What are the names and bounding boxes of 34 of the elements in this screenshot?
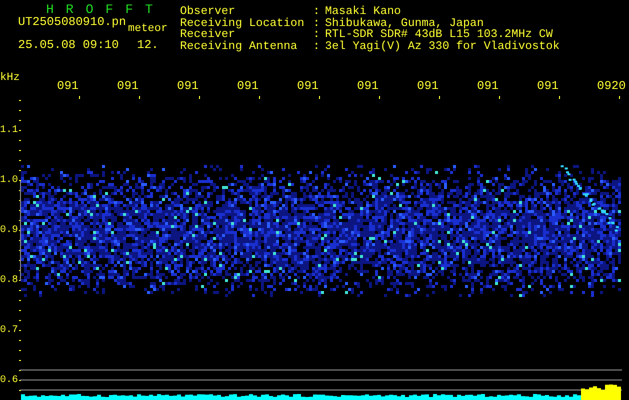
time-label: 0920 <box>597 81 626 92</box>
time-label: 091 <box>357 81 379 92</box>
time-label: 091 <box>477 81 499 92</box>
time-label: 091 <box>537 81 559 92</box>
unit-label: kHz <box>0 73 20 84</box>
time-label: 091 <box>417 81 439 92</box>
frequency-label: 0.8 <box>0 275 18 286</box>
info-label: Observer <box>180 6 236 18</box>
app-title: HROFFT <box>46 4 165 16</box>
separator: : <box>313 40 321 52</box>
separator: : <box>313 18 321 29</box>
time-label: 091 <box>57 81 79 92</box>
frequency-label: 1.1 <box>0 125 18 136</box>
info-value: Masaki Kano <box>325 6 401 18</box>
info-label: Receiving Antenna <box>180 40 298 52</box>
info-label: Receiving Location <box>180 18 306 29</box>
time-label: 091 <box>297 81 319 92</box>
frequency-label: 0.9 <box>0 225 18 236</box>
time-label: 091 <box>117 81 139 92</box>
timestamp: 25.05.08 09:10 <box>18 40 119 52</box>
info-value: RTL-SDR SDR# 43dB L15 103.2MHz CW <box>325 29 553 40</box>
frequency-label: 0.6 <box>0 375 18 386</box>
separator: : <box>313 29 321 40</box>
info-value: Shibukawa, Gunma, Japan <box>325 18 484 29</box>
time-label: 091 <box>237 81 259 92</box>
event-tag: meteor <box>128 24 168 36</box>
info-label: Receiver <box>180 29 236 40</box>
file-name: UT2505080910.pn <box>18 17 126 28</box>
time-label: 091 <box>177 81 199 92</box>
info-value: 3el Yagi(V) Az 330 for Vladivostok <box>325 40 560 52</box>
separator: : <box>313 6 321 18</box>
count-value: 12. <box>137 40 159 52</box>
frequency-label: 1.0 <box>0 175 18 186</box>
frequency-label: 0.7 <box>0 325 18 336</box>
